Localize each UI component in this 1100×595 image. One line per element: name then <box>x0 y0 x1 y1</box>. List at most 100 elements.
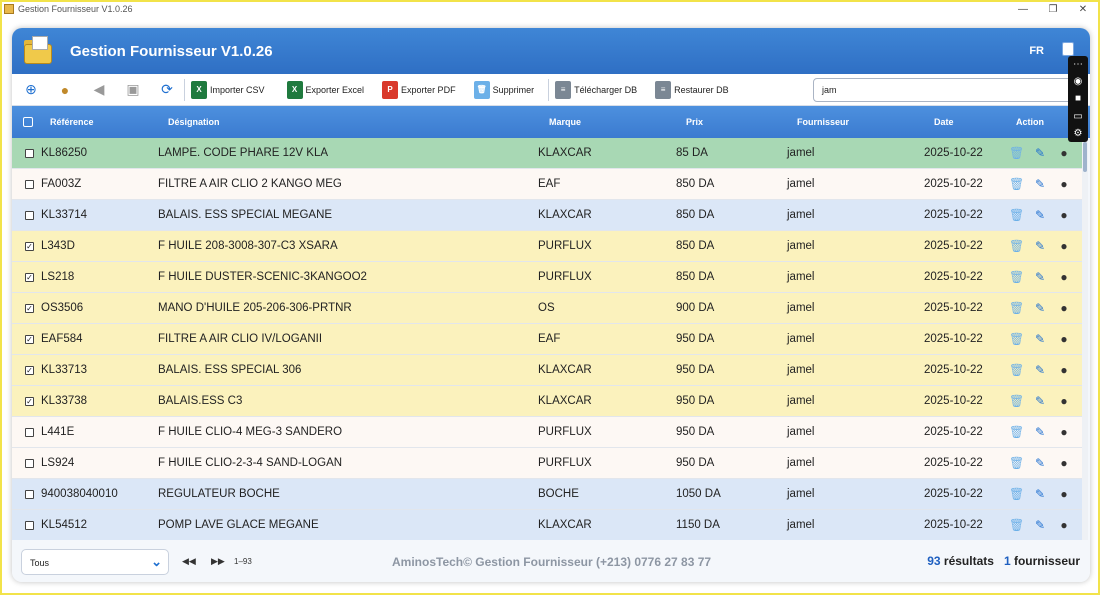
table-row[interactable]: KL86250 LAMPE. CODE PHARE 12V KLA KLAXCAR 8… <box>12 138 1082 169</box>
table-row[interactable]: L441E F HUILE CLIO-4 MEG-3 SANDERO PURFLUX… <box>12 417 1082 448</box>
trash-icon[interactable]: 🗑 <box>1009 425 1024 439</box>
edit-icon[interactable]: ✎ <box>1033 301 1047 315</box>
edit-icon[interactable]: ✎ <box>1033 270 1047 284</box>
trash-icon[interactable]: 🗑 <box>1009 177 1024 191</box>
settings-dots-icon[interactable]: ⋯ <box>1073 59 1083 70</box>
row-checkbox[interactable] <box>25 459 34 468</box>
filter-select[interactable]: Tous ⌄ <box>21 549 169 575</box>
video-icon[interactable]: ■ <box>1075 93 1081 104</box>
supplier-icon[interactable]: ● <box>1057 239 1071 253</box>
row-checkbox[interactable] <box>25 428 34 437</box>
trash-icon[interactable]: 🗑 <box>1009 332 1024 346</box>
column-reference[interactable]: Référence <box>50 117 94 127</box>
next-page-icon[interactable]: ▶▶ <box>211 556 225 567</box>
maximize-button[interactable]: ❐ <box>1038 4 1068 15</box>
table-row[interactable]: 940038040010 REGULATEUR BOCHE BOCHE 1050 DA… <box>12 479 1082 510</box>
download-db-button[interactable]: ≡ Télécharger DB <box>555 80 637 99</box>
row-checkbox[interactable] <box>25 211 34 220</box>
import-csv-button[interactable]: X Importer CSV <box>191 80 265 99</box>
refresh-icon[interactable]: ⟳ <box>158 81 176 99</box>
row-checkbox-checked[interactable]: ✓ <box>25 335 34 344</box>
trash-icon[interactable]: 🗑 <box>1009 239 1024 253</box>
edit-icon[interactable]: ✎ <box>1033 394 1047 408</box>
row-checkbox-checked[interactable]: ✓ <box>25 242 34 251</box>
edit-icon[interactable]: ✎ <box>1033 518 1047 532</box>
table-row[interactable]: ✓ KL33713 BALAIS. ESS SPECIAL 306 KLAXCAR 95… <box>12 355 1082 386</box>
delete-button[interactable]: 🗑 Supprimer <box>473 80 534 99</box>
column-date[interactable]: Date <box>934 117 954 127</box>
supplier-icon[interactable]: ● <box>1057 177 1071 191</box>
trash-icon[interactable]: 🗑 <box>1009 394 1024 408</box>
column-prix[interactable]: Prix <box>686 117 703 127</box>
trash-icon[interactable]: 🗑 <box>1009 363 1024 377</box>
column-designation[interactable]: Désignation <box>168 117 220 127</box>
export-pdf-button[interactable]: P Exporter PDF <box>382 80 456 99</box>
minimize-button[interactable]: — <box>1008 4 1038 15</box>
row-checkbox-checked[interactable]: ✓ <box>25 397 34 406</box>
table-row[interactable]: ✓ EAF584 FILTRE A AIR CLIO IV/LOGANII EAF 95… <box>12 324 1082 355</box>
restore-db-button[interactable]: ≡ Restaurer DB <box>655 80 729 99</box>
table-row[interactable]: LS924 F HUILE CLIO-2-3-4 SAND-LOGAN PURFLU… <box>12 448 1082 479</box>
app-panel: Gestion Fournisseur V1.0.26 FR ⊕ ● ◀ ▣ ⟳… <box>12 28 1090 582</box>
table-row[interactable]: KL54512 POMP LAVE GLACE MEGANE KLAXCAR 1150… <box>12 510 1082 541</box>
undo-icon[interactable]: ◀ <box>90 81 108 99</box>
search-input[interactable]: jam <box>813 78 1073 102</box>
table-row[interactable]: ✓ OS3506 MANO D'HUILE 205-206-306-PRTNR OS 9… <box>12 293 1082 324</box>
camera-icon[interactable]: ◉ <box>1074 76 1083 87</box>
row-checkbox[interactable] <box>25 521 34 530</box>
add-icon[interactable]: ⊕ <box>22 81 40 99</box>
edit-icon[interactable]: ✎ <box>1033 363 1047 377</box>
edit-icon[interactable]: ✎ <box>1033 425 1047 439</box>
supplier-icon[interactable]: ● <box>1057 518 1071 532</box>
table-row[interactable]: KL33714 BALAIS. ESS SPECIAL MEGANE KLAXCAR… <box>12 200 1082 231</box>
supplier-icon[interactable]: ● <box>1057 425 1071 439</box>
edit-icon[interactable]: ✎ <box>1033 208 1047 222</box>
scrollbar[interactable] <box>1082 138 1088 540</box>
supplier-icon[interactable]: ● <box>1057 270 1071 284</box>
row-checkbox-checked[interactable]: ✓ <box>25 366 34 375</box>
table-row[interactable]: ✓ KL33738 BALAIS.ESS C3 KLAXCAR 950 DA jamel 2… <box>12 386 1082 417</box>
supplier-icon[interactable]: ● <box>1057 363 1071 377</box>
save-icon[interactable]: ▣ <box>124 81 142 99</box>
trash-icon[interactable]: 🗑 <box>1009 456 1024 470</box>
trash-icon[interactable]: 🗑 <box>1009 208 1024 222</box>
gear-icon[interactable]: ⚙ <box>1074 128 1083 139</box>
supplier-icon[interactable]: ● <box>1057 394 1071 408</box>
supplier-icon[interactable]: ● <box>1057 146 1071 160</box>
close-button[interactable]: ✕ <box>1068 4 1098 15</box>
edit-icon[interactable]: ✎ <box>1033 487 1047 501</box>
table-row[interactable]: ✓ LS218 F HUILE DUSTER-SCENIC-3KANGOO2 PURF… <box>12 262 1082 293</box>
edit-icon[interactable]: ✎ <box>1033 177 1047 191</box>
row-checkbox-checked[interactable]: ✓ <box>25 273 34 282</box>
column-fournisseur[interactable]: Fournisseur <box>797 117 849 127</box>
table-row[interactable]: FA003Z FILTRE A AIR CLIO 2 KANGO MEG EAF 85… <box>12 169 1082 200</box>
supplier-icon[interactable]: ● <box>1057 208 1071 222</box>
supplier-icon[interactable]: ● <box>1057 487 1071 501</box>
trash-icon[interactable]: 🗑 <box>1009 487 1024 501</box>
column-marque[interactable]: Marque <box>549 117 581 127</box>
trash-icon[interactable]: 🗑 <box>1009 270 1024 284</box>
trash-icon[interactable]: 🗑 <box>1009 146 1024 160</box>
translate-icon[interactable] <box>1062 42 1074 56</box>
supplier-icon[interactable]: ● <box>1057 456 1071 470</box>
trash-icon[interactable]: 🗑 <box>1009 301 1024 315</box>
edit-icon[interactable]: ✎ <box>1033 146 1047 160</box>
prev-page-icon[interactable]: ◀◀ <box>182 556 196 567</box>
table-row[interactable]: ✓ L343D F HUILE 208-3008-307-C3 XSARA PURFL… <box>12 231 1082 262</box>
row-checkbox[interactable] <box>25 180 34 189</box>
row-checkbox[interactable] <box>25 149 34 158</box>
supplier-icon[interactable]: ● <box>1057 332 1071 346</box>
row-checkbox[interactable] <box>25 490 34 499</box>
select-all-checkbox[interactable] <box>23 117 33 127</box>
edit-icon[interactable]: ✎ <box>1033 332 1047 346</box>
language-toggle[interactable]: FR <box>1029 45 1044 57</box>
edit-icon[interactable]: ✎ <box>1033 239 1047 253</box>
screen-icon[interactable]: ▭ <box>1073 111 1082 122</box>
export-excel-button[interactable]: X Exporter Excel <box>286 80 364 99</box>
supplier-icon[interactable]: ● <box>1057 301 1071 315</box>
add-supplier-icon[interactable]: ● <box>56 81 74 99</box>
scrollbar-thumb[interactable] <box>1083 142 1087 172</box>
edit-icon[interactable]: ✎ <box>1033 456 1047 470</box>
trash-icon[interactable]: 🗑 <box>1009 518 1024 532</box>
row-checkbox-checked[interactable]: ✓ <box>25 304 34 313</box>
